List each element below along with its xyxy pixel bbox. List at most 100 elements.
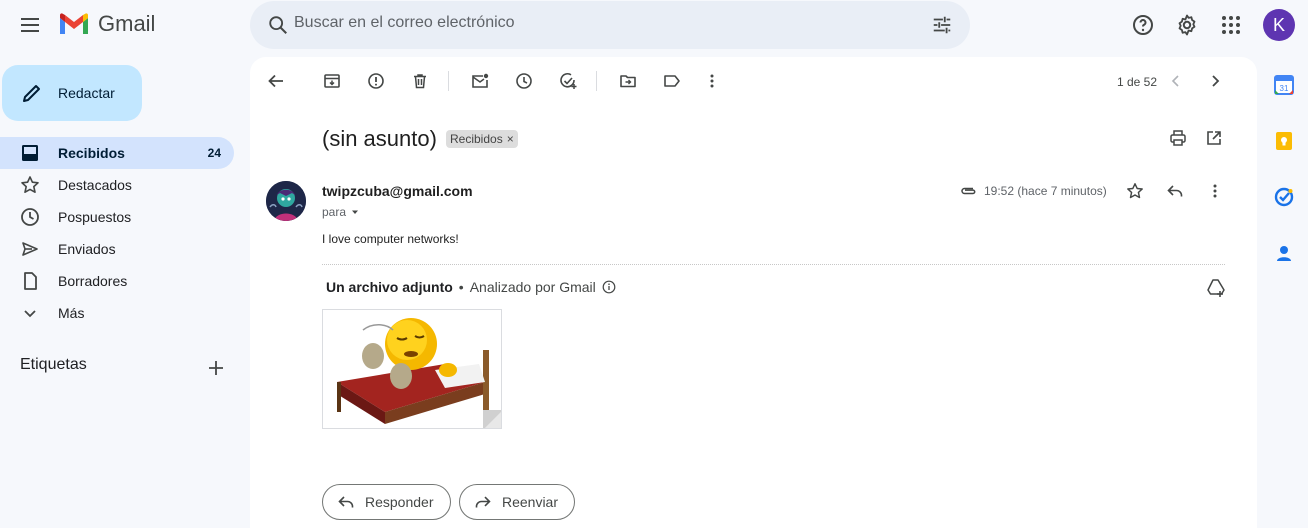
add-to-drive-button[interactable] [1204,276,1228,300]
sidebar-item-label: Más [58,305,85,321]
pagination-count: 1 de 52 [1116,75,1157,89]
report-spam-button[interactable] [362,67,390,95]
search-input[interactable]: Buscar en el correo electrónico [294,14,515,32]
file-icon [24,272,37,290]
help-icon [1133,15,1153,35]
reply-icon-button[interactable] [1163,179,1187,203]
search-options-button[interactable] [922,5,962,45]
newer-button[interactable] [1162,67,1190,95]
open-new-window-button[interactable] [1202,126,1226,150]
drive-add-icon [1207,279,1225,297]
svg-text:31: 31 [1280,84,1289,93]
info-icon[interactable] [602,280,616,294]
tasks-icon [1274,187,1294,207]
remove-label-icon[interactable]: × [507,132,514,146]
keep-app-button[interactable] [1273,130,1295,152]
gmail-logo[interactable]: Gmail [58,11,155,37]
attachment-count: Un archivo adjunto [326,279,453,295]
reply-button[interactable]: Responder [322,484,451,520]
chevron-left-icon [1171,75,1179,87]
more-vert-icon [1213,184,1217,198]
mark-unread-icon [472,73,489,88]
plus-icon [209,361,223,375]
back-button[interactable] [262,67,290,95]
recipients-toggle[interactable]: para [322,205,360,219]
tasks-app-button[interactable] [1273,186,1295,208]
older-button[interactable] [1201,67,1229,95]
search-button[interactable] [258,5,298,45]
compose-button[interactable]: Redactar [2,65,142,121]
inbox-icon [22,145,38,161]
labels-button[interactable] [658,67,686,95]
add-label-button[interactable] [204,356,228,380]
sidebar-item-label: Destacados [58,177,132,193]
delete-button[interactable] [406,67,434,95]
archive-button[interactable] [318,67,346,95]
apps-grid-icon [1222,16,1240,34]
scan-status: Analizado por Gmail [469,279,596,295]
help-button[interactable] [1123,5,1163,45]
attachment-thumbnail[interactable] [322,309,502,429]
send-icon [22,242,38,256]
sidebar-item-inbox[interactable]: Recibidos 24 [0,137,234,169]
print-button[interactable] [1166,126,1190,150]
forward-icon [475,496,491,508]
sidebar-item-sent[interactable]: Enviados [0,233,234,265]
search-bar[interactable]: Buscar en el correo electrónico [250,1,970,49]
add-task-icon [560,72,577,89]
more-options-button[interactable] [698,67,726,95]
sidebar-item-label: Pospuestos [58,209,132,225]
arrow-back-icon [268,74,283,88]
folder-move-icon [620,75,636,88]
message-more-button[interactable] [1203,179,1227,203]
calendar-icon: 31 [1274,75,1294,95]
label-chip-inbox[interactable]: Recibidos × [446,130,518,148]
sidebar-item-label: Borradores [58,273,128,289]
sidebar-item-starred[interactable]: Destacados [0,169,234,201]
sender-avatar-image [266,181,306,221]
reply-label: Responder [365,494,434,510]
account-avatar[interactable]: K [1263,9,1295,41]
pencil-icon [23,85,40,102]
toolbar-divider [448,71,449,91]
main-menu-button[interactable] [10,5,50,45]
sidebar-item-more[interactable]: Más [0,297,234,329]
star-icon [21,176,39,193]
reply-icon [1167,185,1183,197]
archive-icon [324,74,340,88]
mark-unread-button[interactable] [466,67,494,95]
add-to-tasks-button[interactable] [554,67,582,95]
sidebar-item-snoozed[interactable]: Pospuestos [0,201,234,233]
chevron-down-icon [24,310,36,318]
calendar-app-button[interactable]: 31 [1273,74,1295,96]
settings-button[interactable] [1167,5,1207,45]
star-button[interactable] [1123,179,1147,203]
email-subject: (sin asunto) [322,126,437,151]
gmail-wordmark: Gmail [98,11,156,36]
paperclip-icon [961,187,976,195]
clock-icon [21,208,39,226]
separator-dot: • [458,279,464,295]
sender-avatar[interactable] [266,181,306,221]
sidebar-item-label: Enviados [58,241,116,257]
attachment-header: Un archivo adjunto • Analizado por Gmail [326,279,616,295]
sidebar-item-drafts[interactable]: Borradores [0,265,234,297]
trash-icon [414,74,426,89]
search-icon [269,16,287,34]
contacts-icon [1277,246,1291,261]
forward-label: Reenviar [501,494,558,510]
hamburger-icon [21,18,39,32]
snooze-button[interactable] [510,67,538,95]
label-icon [664,75,680,87]
contacts-app-button[interactable] [1273,242,1295,264]
sender-email[interactable]: twipzcuba@gmail.com [322,183,473,199]
attachment-indicator [958,181,978,201]
google-apps-button[interactable] [1211,5,1251,45]
move-to-button[interactable] [614,67,642,95]
message-view: 1 de 52 (sin asunto) Recibidos × twipzcu… [250,57,1257,528]
sleeping-emoji-image [323,310,501,428]
clock-icon [516,73,532,89]
attachment-divider [322,264,1225,265]
recipients-label: para [322,205,347,219]
forward-button[interactable]: Reenviar [459,484,575,520]
